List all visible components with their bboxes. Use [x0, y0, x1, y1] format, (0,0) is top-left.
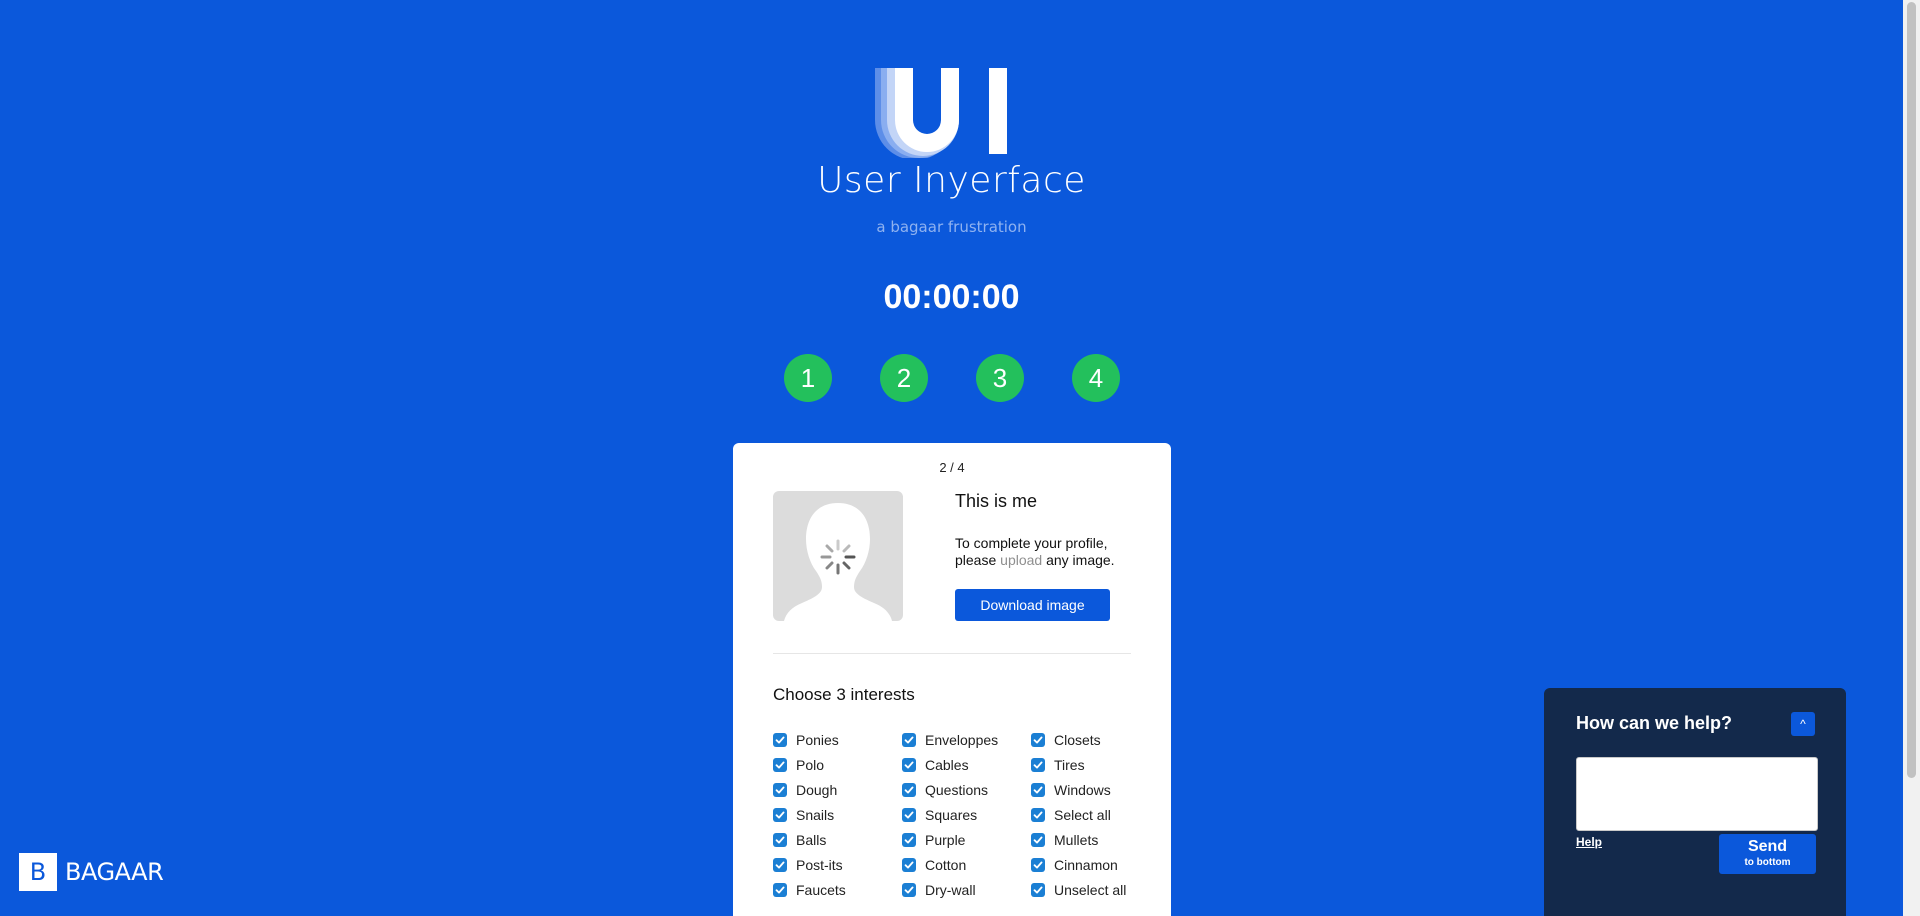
interest-label: Enveloppes — [925, 732, 999, 748]
divider — [773, 653, 1131, 654]
interest-option[interactable]: Closets — [1031, 731, 1153, 749]
scrollbar-thumb[interactable] — [1907, 2, 1916, 778]
step-2: 2 — [880, 354, 928, 402]
interest-label: Polo — [796, 757, 825, 773]
brand-name: BAGAAR — [65, 858, 164, 886]
interest-label: Cinnamon — [1054, 857, 1118, 873]
collapse-help-button[interactable]: ^ — [1791, 712, 1815, 736]
step-indicators: 1 2 3 4 — [784, 354, 1120, 402]
checkbox-checked-icon[interactable] — [902, 883, 916, 897]
interest-label: Closets — [1054, 732, 1101, 748]
step-4: 4 — [1072, 354, 1120, 402]
page-counter: 2 / 4 — [939, 460, 965, 475]
checkbox-checked-icon[interactable] — [773, 783, 787, 797]
interest-option[interactable]: Questions — [902, 781, 1031, 799]
checkbox-checked-icon[interactable] — [1031, 758, 1045, 772]
checkbox-checked-icon[interactable] — [773, 858, 787, 872]
interest-option[interactable]: Unselect all — [1031, 881, 1153, 899]
interest-option[interactable]: Post-its — [773, 856, 902, 874]
interest-label: Tires — [1054, 757, 1085, 773]
interest-option[interactable]: Cinnamon — [1031, 856, 1153, 874]
send-label: Send — [1747, 838, 1788, 855]
interest-label: Select all — [1054, 807, 1111, 823]
interest-option[interactable]: Select all — [1031, 806, 1153, 824]
interest-option[interactable]: Tires — [1031, 756, 1153, 774]
checkbox-checked-icon[interactable] — [1031, 783, 1045, 797]
checkbox-checked-icon[interactable] — [773, 758, 787, 772]
interests-title: Choose 3 interests — [773, 685, 915, 704]
checkbox-checked-icon[interactable] — [1031, 733, 1045, 747]
upload-link[interactable]: upload — [1000, 552, 1042, 568]
interest-label: Faucets — [796, 882, 846, 898]
interest-label: Snails — [796, 807, 835, 823]
send-button[interactable]: Send to bottom — [1719, 834, 1816, 874]
interest-option[interactable]: Faucets — [773, 881, 902, 899]
checkbox-checked-icon[interactable] — [1031, 858, 1045, 872]
interest-label: Unselect all — [1054, 882, 1127, 898]
interest-option[interactable]: Enveloppes — [902, 731, 1031, 749]
interest-option[interactable]: Cables — [902, 756, 1031, 774]
instructions-suffix: any image. — [1042, 552, 1115, 568]
interest-option[interactable]: Ponies — [773, 731, 902, 749]
interest-option[interactable]: Purple — [902, 831, 1031, 849]
interest-label: Purple — [925, 832, 966, 848]
checkbox-checked-icon[interactable] — [902, 808, 916, 822]
checkbox-checked-icon[interactable] — [902, 733, 916, 747]
interest-label: Post-its — [796, 857, 843, 873]
interest-label: Cables — [925, 757, 969, 773]
interest-option[interactable]: Windows — [1031, 781, 1153, 799]
help-widget: How can we help? ^ Help Send to bottom — [1544, 688, 1846, 916]
app-subtitle: a bagaar frustration — [876, 218, 1027, 236]
avatar-placeholder[interactable] — [773, 491, 903, 621]
page: User Inyerface a bagaar frustration 00:0… — [0, 0, 1920, 916]
bagaar-logo-icon: B — [19, 853, 57, 891]
interest-label: Questions — [925, 782, 989, 798]
send-sublabel: to bottom — [1744, 857, 1791, 868]
interest-label: Dry-wall — [925, 882, 976, 898]
interest-option[interactable]: Squares — [902, 806, 1031, 824]
app-title: User Inyerface — [817, 160, 1086, 201]
bagaar-brand[interactable]: B BAGAAR — [19, 853, 164, 891]
checkbox-checked-icon[interactable] — [773, 883, 787, 897]
checkbox-checked-icon[interactable] — [773, 808, 787, 822]
interest-option[interactable]: Dough — [773, 781, 902, 799]
interest-option[interactable]: Cotton — [902, 856, 1031, 874]
interest-label: Squares — [925, 807, 978, 823]
interests-list: Ponies Enveloppes Closets Polo Cables Tires Do… — [773, 731, 1153, 899]
help-title: How can we help? — [1576, 713, 1733, 733]
download-image-button[interactable]: Download image — [955, 589, 1110, 621]
checkbox-checked-icon[interactable] — [1031, 833, 1045, 847]
checkbox-checked-icon[interactable] — [773, 733, 787, 747]
help-message-input[interactable] — [1576, 757, 1818, 831]
step-3: 3 — [976, 354, 1024, 402]
interest-option[interactable]: Mullets — [1031, 831, 1153, 849]
interest-option[interactable]: Dry-wall — [902, 881, 1031, 899]
chevron-up-icon: ^ — [1800, 717, 1806, 731]
interest-label: Dough — [796, 782, 838, 798]
page-scrollbar[interactable] — [1903, 0, 1920, 916]
checkbox-checked-icon[interactable] — [902, 858, 916, 872]
interest-label: Ponies — [796, 732, 839, 748]
checkbox-checked-icon[interactable] — [1031, 808, 1045, 822]
interest-option[interactable]: Polo — [773, 756, 902, 774]
section-title: This is me — [955, 491, 1038, 511]
interest-option[interactable]: Balls — [773, 831, 902, 849]
interest-label: Windows — [1054, 782, 1111, 798]
avatar-silhouette-icon — [784, 503, 892, 621]
interest-label: Cotton — [925, 857, 967, 873]
checkbox-checked-icon[interactable] — [902, 758, 916, 772]
profile-card: 2 / 4 This is me To complete your profil… — [733, 443, 1171, 916]
checkbox-checked-icon[interactable] — [773, 833, 787, 847]
checkbox-checked-icon[interactable] — [902, 783, 916, 797]
checkbox-checked-icon[interactable] — [1031, 883, 1045, 897]
help-link[interactable]: Help — [1576, 835, 1602, 849]
interest-label: Mullets — [1054, 832, 1099, 848]
interest-label: Balls — [796, 832, 827, 848]
step-1: 1 — [784, 354, 832, 402]
interest-option[interactable]: Snails — [773, 806, 902, 824]
timer: 00:00:00 — [883, 278, 1020, 316]
checkbox-checked-icon[interactable] — [902, 833, 916, 847]
upload-instructions: To complete your profile, please upload … — [955, 535, 1135, 569]
ui-logo — [875, 68, 1015, 160]
